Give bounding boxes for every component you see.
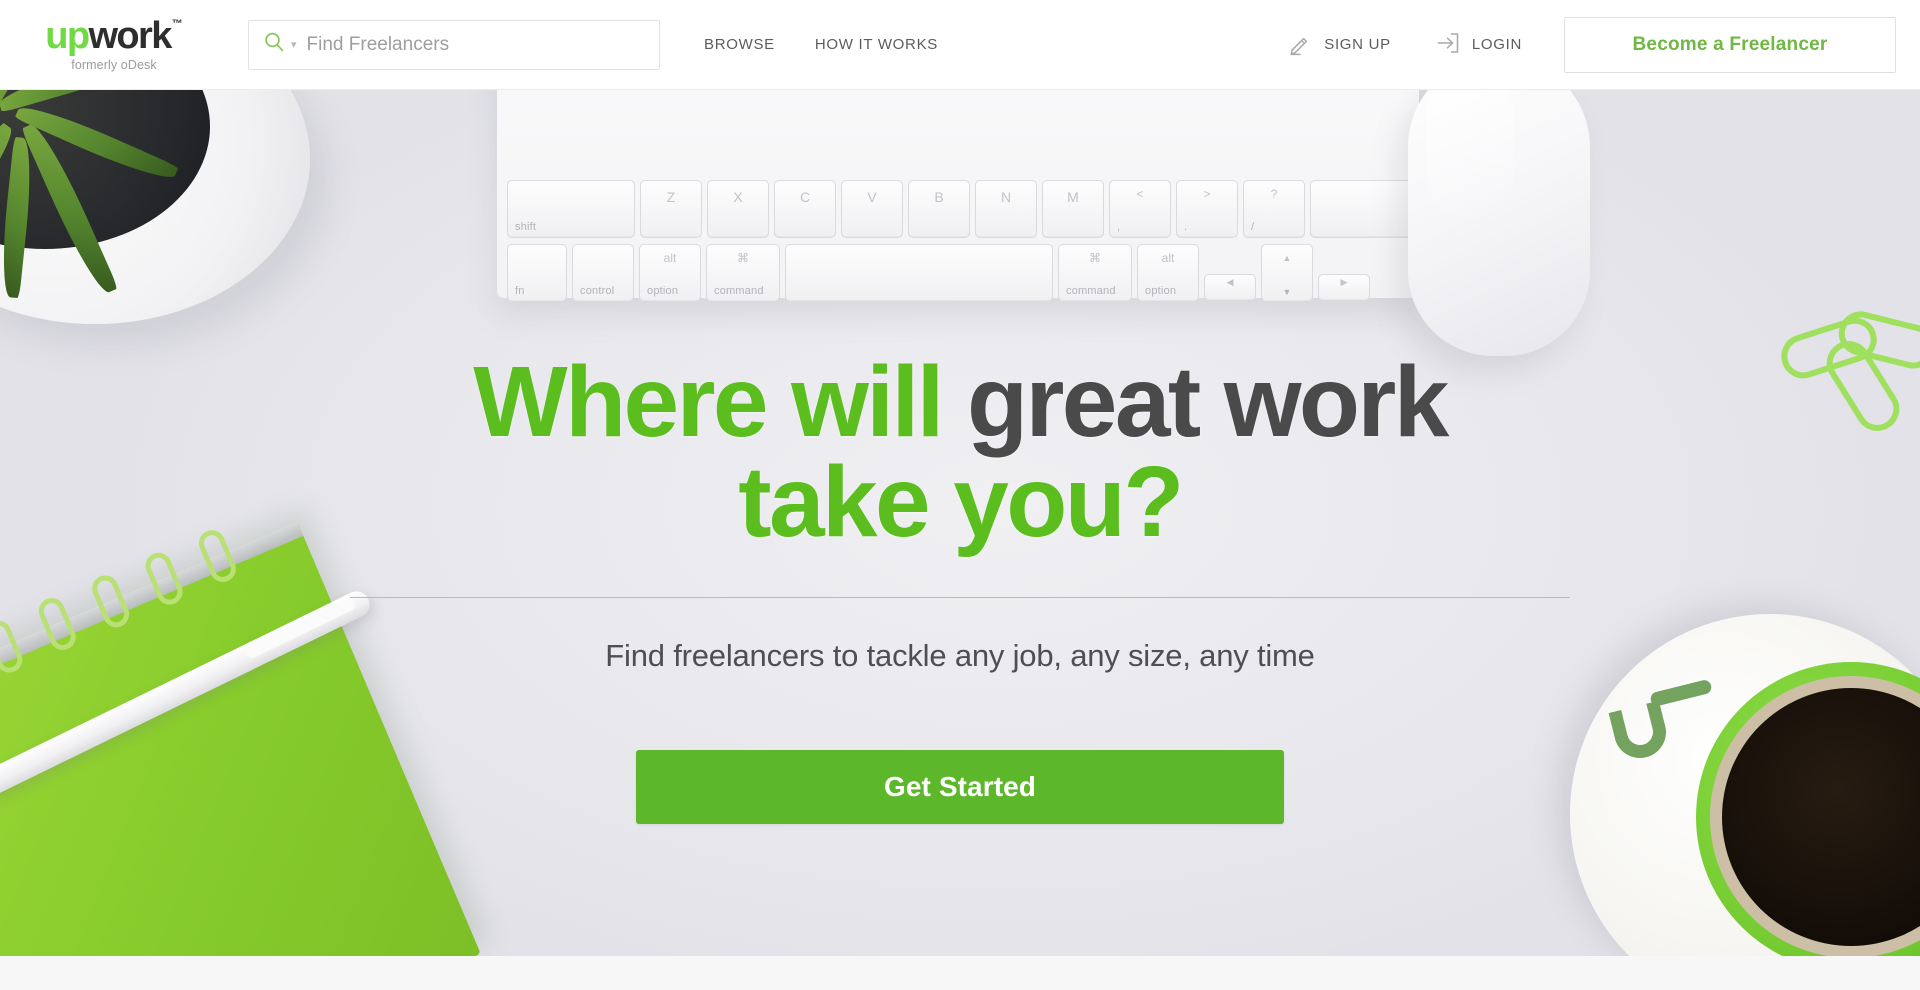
chevron-down-icon[interactable]: ▾ <box>291 40 297 51</box>
search-icon <box>263 31 285 58</box>
logo-text-work: work <box>88 15 172 57</box>
pencil-icon <box>1287 30 1313 60</box>
hero-headline-part-3: take you? <box>738 446 1184 558</box>
header-actions: SIGN UP LOGIN Become a Freelancer <box>1287 16 1896 73</box>
page-bottom-strip <box>0 956 1920 990</box>
hero-headline-part-2: great work <box>967 346 1449 458</box>
logo-trademark-icon: ™ <box>171 18 183 30</box>
sign-up-link[interactable]: SIGN UP <box>1287 30 1391 60</box>
logo-text-up: up <box>45 15 90 57</box>
hero-headline: Where will great work take you? <box>0 352 1920 552</box>
hero-headline-part-1: Where will <box>473 346 967 458</box>
login-label: LOGIN <box>1471 36 1522 53</box>
get-started-button[interactable]: Get Started <box>636 750 1284 824</box>
become-a-freelancer-button[interactable]: Become a Freelancer <box>1564 16 1896 73</box>
hero-section: shift Z X C V B N M <, >. ?/ shift fn co… <box>0 90 1920 956</box>
site-header: up work ™ formerly oDesk ▾ BROWSE HOW IT… <box>0 0 1920 90</box>
login-arrow-icon <box>1435 30 1461 60</box>
hero-divider <box>350 597 1570 598</box>
search-box[interactable]: ▾ <box>248 19 660 70</box>
login-link[interactable]: LOGIN <box>1435 30 1522 60</box>
sign-up-label: SIGN UP <box>1324 36 1391 53</box>
hero-content: Where will great work take you? Find fre… <box>0 90 1920 824</box>
logo-wordmark: up work ™ <box>45 17 183 55</box>
search-input[interactable] <box>306 33 645 56</box>
nav-item-how-it-works[interactable]: HOW IT WORKS <box>815 36 938 53</box>
upwork-logo[interactable]: up work ™ formerly oDesk <box>28 17 200 72</box>
nav-item-browse[interactable]: BROWSE <box>704 36 775 53</box>
primary-nav: BROWSE HOW IT WORKS <box>704 36 938 53</box>
logo-tagline: formerly oDesk <box>71 58 157 72</box>
hero-subtitle: Find freelancers to tackle any job, any … <box>605 638 1315 673</box>
